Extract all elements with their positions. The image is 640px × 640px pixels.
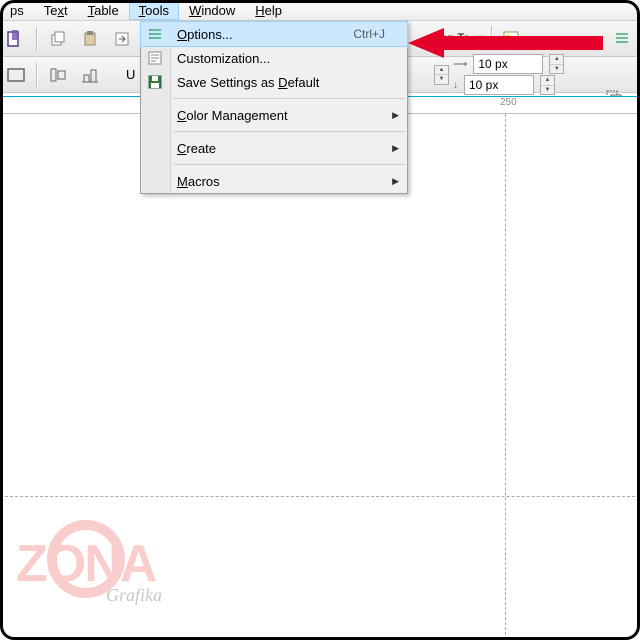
menu-tools[interactable]: Tools bbox=[129, 1, 179, 20]
menu-options[interactable]: Options... Ctrl+J bbox=[141, 22, 407, 46]
tools-dropdown: Options... Ctrl+J Customization... Save … bbox=[140, 21, 408, 194]
options-icon bbox=[147, 26, 163, 42]
menu-table[interactable]: Table bbox=[78, 1, 129, 20]
offset-x-icon: ⟶ bbox=[453, 59, 467, 70]
menu-customization[interactable]: Customization... bbox=[141, 46, 407, 70]
align-left-icon[interactable] bbox=[46, 63, 70, 87]
picture-icon[interactable] bbox=[499, 26, 523, 50]
right-controls: nap To ▼ ▲▼ ⟶ 10 px ▲▼ ↓ 10 px ▲▼ bbox=[434, 24, 634, 95]
menu-help[interactable]: Help bbox=[245, 1, 292, 20]
snap-to-label: nap To bbox=[434, 31, 470, 45]
menu-customization-label: Customization... bbox=[177, 51, 407, 66]
menu-color-management[interactable]: Color Management ▶ bbox=[141, 103, 407, 127]
guide-vertical[interactable] bbox=[505, 114, 506, 640]
menu-divider bbox=[173, 98, 405, 99]
menubar: ps Text Table Tools Window Help bbox=[0, 0, 640, 21]
menu-create-label: Create bbox=[177, 141, 407, 156]
export-icon[interactable] bbox=[110, 27, 134, 51]
menu-options-shortcut: Ctrl+J bbox=[353, 27, 407, 41]
customize-icon bbox=[147, 50, 163, 66]
menu-save-settings[interactable]: Save Settings as Default bbox=[141, 70, 407, 94]
ruler-mark: 250 bbox=[500, 97, 517, 108]
menu-options-label: Options... bbox=[177, 27, 353, 42]
toolbar-text: U bbox=[126, 67, 135, 82]
offset-x-field[interactable]: 10 px bbox=[473, 54, 543, 74]
menu-text[interactable]: Text bbox=[34, 1, 78, 20]
menu-macros[interactable]: Macros ▶ bbox=[141, 169, 407, 193]
menu-ps[interactable]: ps bbox=[0, 1, 34, 20]
copy-icon[interactable] bbox=[46, 27, 70, 51]
submenu-arrow-icon: ▶ bbox=[392, 176, 399, 187]
submenu-arrow-icon: ▶ bbox=[392, 143, 399, 154]
offset-y-icon: ↓ bbox=[453, 80, 458, 91]
submenu-arrow-icon: ▶ bbox=[392, 110, 399, 121]
align-bottom-icon[interactable] bbox=[78, 63, 102, 87]
paste-icon[interactable] bbox=[78, 27, 102, 51]
menu-color-management-label: Color Management bbox=[177, 108, 407, 123]
menu-create[interactable]: Create ▶ bbox=[141, 136, 407, 160]
spinner[interactable]: ▲▼ bbox=[549, 54, 564, 74]
layout-icon[interactable] bbox=[4, 27, 28, 51]
menu-save-settings-label: Save Settings as Default bbox=[177, 75, 407, 90]
offset-y-field[interactable]: 10 px bbox=[464, 75, 534, 95]
menu-window[interactable]: Window bbox=[179, 1, 245, 20]
spinner[interactable]: ▲▼ bbox=[434, 65, 449, 85]
rect-tool-icon[interactable] bbox=[4, 63, 28, 87]
guide-horizontal[interactable] bbox=[0, 496, 640, 497]
options-icon-2[interactable] bbox=[610, 26, 634, 50]
spinner[interactable]: ▲▼ bbox=[540, 75, 555, 95]
menu-macros-label: Macros bbox=[177, 174, 407, 189]
menu-divider bbox=[173, 131, 405, 132]
save-icon bbox=[147, 74, 163, 90]
chevron-down-icon[interactable]: ▼ bbox=[476, 33, 485, 43]
menu-divider bbox=[173, 164, 405, 165]
